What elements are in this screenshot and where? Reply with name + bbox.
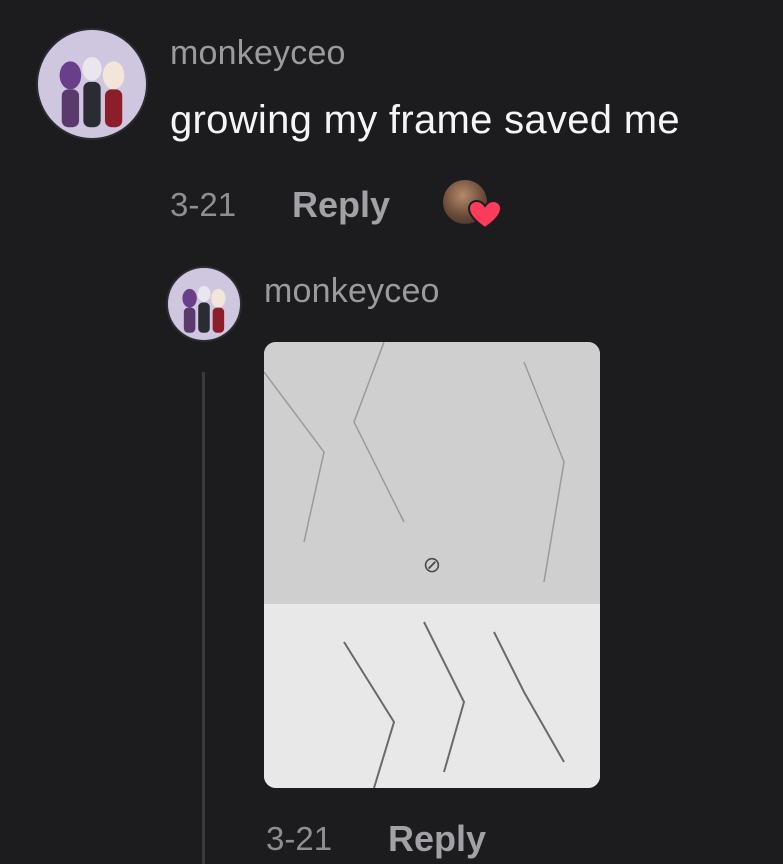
- thread-line: [202, 372, 205, 864]
- reply-username[interactable]: monkeyceo: [264, 272, 440, 311]
- heart-icon: [468, 200, 502, 230]
- reply-image-attachment[interactable]: ⊘: [264, 342, 600, 788]
- avatar-illustration: [168, 268, 240, 340]
- comment-text: growing my frame saved me: [170, 98, 680, 142]
- comment-reply-button[interactable]: Reply: [292, 184, 390, 226]
- reply-avatar[interactable]: [166, 266, 242, 342]
- image-withheld-note: ⊘: [422, 552, 442, 577]
- comment-date: 3-21: [170, 186, 237, 223]
- commenter-username[interactable]: monkeyceo: [170, 34, 346, 73]
- reply-date: 3-21: [266, 820, 333, 857]
- avatar-illustration: [38, 30, 146, 138]
- commenter-avatar[interactable]: [36, 28, 148, 140]
- reply-reply-button[interactable]: Reply: [388, 818, 486, 860]
